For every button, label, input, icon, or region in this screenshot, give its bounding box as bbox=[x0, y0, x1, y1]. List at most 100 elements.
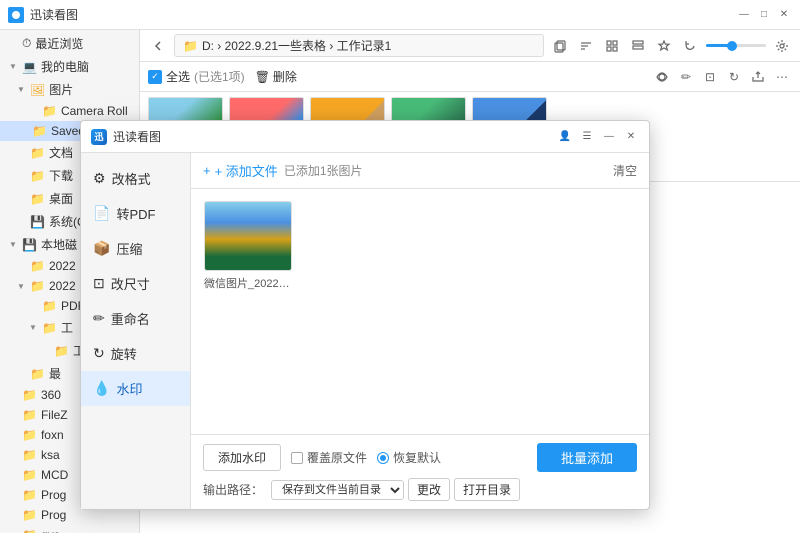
compress-icon: 📦 bbox=[93, 240, 110, 257]
drive-icon-local: 💾 bbox=[22, 238, 37, 252]
sidebar-item-mypc[interactable]: ▼ 💻 我的电脑 bbox=[0, 55, 139, 78]
menu-item-compress[interactable]: 📦 压缩 bbox=[81, 231, 190, 266]
restore-default-label: 恢复默认 bbox=[393, 449, 441, 466]
crop-button[interactable]: ⊡ bbox=[700, 67, 720, 87]
check-icon: ✓ bbox=[148, 70, 162, 84]
watermark-dialog: 迅 迅读看图 👤 ☰ — ✕ ⚙ 改格式 📄 转PDF bbox=[80, 120, 650, 510]
grid-view-button[interactable] bbox=[602, 36, 622, 56]
dialog-minimize-button[interactable]: — bbox=[601, 129, 617, 145]
maximize-button[interactable]: □ bbox=[756, 7, 772, 23]
clear-button[interactable]: 清空 bbox=[613, 162, 637, 179]
copy-path-button[interactable] bbox=[550, 36, 570, 56]
settings-button[interactable] bbox=[772, 36, 792, 56]
menu-label-format: 改格式 bbox=[112, 169, 151, 188]
rotate-menu-icon: ↻ bbox=[93, 345, 105, 362]
sidebar-item-pictures[interactable]: ▼ 🖼 图片 bbox=[0, 78, 139, 101]
menu-item-format[interactable]: ⚙ 改格式 bbox=[81, 161, 190, 196]
computer-icon: 💻 bbox=[22, 60, 37, 74]
app-title: 迅读看图 bbox=[30, 6, 78, 23]
cover-original-label: 覆盖原文件 bbox=[307, 449, 367, 466]
menu-item-pdf[interactable]: 📄 转PDF bbox=[81, 196, 190, 231]
folder-icon-camera-roll: 📁 bbox=[42, 104, 57, 118]
menu-item-rotate[interactable]: ↻ 旋转 bbox=[81, 336, 190, 371]
list-view-button[interactable] bbox=[628, 36, 648, 56]
resize-icon: ⊡ bbox=[93, 275, 105, 292]
file-count-label: 已添加1张图片 bbox=[284, 162, 363, 179]
sidebar-label-2022a: 2022 bbox=[49, 259, 76, 273]
sidebar-label-360: 360 bbox=[41, 388, 61, 402]
radio-dot bbox=[380, 455, 386, 461]
add-file-button[interactable]: + + 添加文件 bbox=[203, 161, 278, 180]
file-item[interactable]: 微信图片_20221024114... bbox=[203, 201, 293, 291]
refresh-button[interactable] bbox=[680, 36, 700, 56]
minimize-button[interactable]: — bbox=[736, 7, 752, 23]
cover-original-checkbox[interactable]: 覆盖原文件 bbox=[291, 449, 367, 466]
menu-item-resize[interactable]: ⊡ 改尺寸 bbox=[81, 266, 190, 301]
dialog-bottom: 添加水印 覆盖原文件 恢复默认 批量添加 bbox=[191, 434, 649, 509]
menu-label-compress: 压缩 bbox=[116, 239, 142, 258]
output-path-label: 输出路径： bbox=[203, 481, 263, 498]
add-watermark-button[interactable]: 添加水印 bbox=[203, 444, 281, 471]
expand-icon: ▼ bbox=[8, 240, 18, 249]
radio-circle bbox=[377, 452, 389, 464]
dialog-app-icon: 迅 bbox=[91, 129, 107, 145]
rename-icon: ✏ bbox=[93, 310, 105, 327]
main-window: 迅读看图 — □ ✕ ⏱ 最近浏览 ▼ 💻 我的电脑 bbox=[0, 0, 800, 533]
folder-icon-work: 📁 bbox=[42, 321, 57, 335]
sidebar-item-recent[interactable]: ⏱ 最近浏览 bbox=[0, 32, 139, 55]
more-button[interactable]: ⋯ bbox=[772, 67, 792, 87]
folder-icon-360: 📁 bbox=[22, 388, 37, 402]
app-icon bbox=[8, 7, 24, 23]
sidebar-label-prog2: Prog bbox=[41, 508, 66, 522]
rotate-button[interactable]: ↻ bbox=[724, 67, 744, 87]
batch-add-button[interactable]: 批量添加 bbox=[537, 443, 637, 472]
folder-icon-downloads: 📁 bbox=[30, 169, 45, 183]
zoom-slider[interactable] bbox=[706, 44, 766, 47]
dialog-menu: ⚙ 改格式 📄 转PDF 📦 压缩 ⊡ 改尺寸 ✏ 重命名 bbox=[81, 153, 191, 509]
sidebar-label-pictures: 图片 bbox=[49, 81, 73, 98]
expand-icon: ▼ bbox=[8, 62, 18, 71]
select-all-label: 全选 bbox=[166, 68, 190, 85]
back-button[interactable] bbox=[148, 36, 168, 56]
toolbar: 📁 D: › 2022.9.21一些表格 › 工作记录1 bbox=[140, 30, 800, 62]
menu-label-rename: 重命名 bbox=[111, 309, 150, 328]
open-dir-button[interactable]: 打开目录 bbox=[454, 478, 520, 501]
change-path-button[interactable]: 更改 bbox=[408, 478, 450, 501]
sidebar-item-camera-roll[interactable]: 📁 Camera Roll bbox=[0, 101, 139, 121]
sidebar-label-local: 本地磁 bbox=[41, 236, 77, 253]
sort-button[interactable] bbox=[576, 36, 596, 56]
output-path-select[interactable]: 保存到文件当前目录 bbox=[271, 480, 404, 500]
expand-icon: ▼ bbox=[16, 282, 26, 291]
folder-icon-pictures: 🖼 bbox=[30, 83, 45, 97]
restore-default-radio[interactable]: 恢复默认 bbox=[377, 449, 441, 466]
close-button[interactable]: ✕ bbox=[776, 7, 792, 23]
folder-icon-foxn: 📁 bbox=[22, 428, 37, 442]
dialog-title-bar: 迅 迅读看图 👤 ☰ — ✕ bbox=[81, 121, 649, 153]
trash-icon: 🗑 bbox=[255, 70, 270, 84]
dialog-menu-icon[interactable]: ☰ bbox=[579, 129, 595, 145]
view-button[interactable] bbox=[652, 67, 672, 87]
dialog-user-icon[interactable]: 👤 bbox=[557, 129, 573, 145]
menu-label-pdf: 转PDF bbox=[116, 204, 155, 223]
sidebar-label-2022b: 2022 bbox=[49, 279, 76, 293]
menu-item-rename[interactable]: ✏ 重命名 bbox=[81, 301, 190, 336]
folder-icon-pdf: 📁 bbox=[42, 299, 57, 313]
select-all-button[interactable]: ✓ 全选 (已选1项) bbox=[148, 68, 245, 85]
folder-icon-prog2: 📁 bbox=[22, 508, 37, 522]
sidebar-label-camera-roll: Camera Roll bbox=[61, 104, 128, 118]
star-button[interactable] bbox=[654, 36, 674, 56]
delete-label: 删除 bbox=[273, 68, 297, 85]
delete-button[interactable]: 🗑 删除 bbox=[255, 68, 297, 85]
folder-icon-documents: 📁 bbox=[30, 146, 45, 160]
drive-icon-system: 💾 bbox=[30, 215, 45, 229]
sidebar-label-ksa: ksa bbox=[41, 448, 60, 462]
dialog-close-button[interactable]: ✕ bbox=[623, 129, 639, 145]
file-thumbnail-image bbox=[205, 202, 291, 270]
sidebar-item-qyc[interactable]: 📁 qyc bbox=[0, 525, 139, 533]
share-button[interactable] bbox=[748, 67, 768, 87]
file-list-area: 微信图片_20221024114... bbox=[191, 189, 649, 434]
edit-button[interactable]: ✏ bbox=[676, 67, 696, 87]
folder-icon-ksa: 📁 bbox=[22, 448, 37, 462]
menu-item-watermark[interactable]: 💧 水印 bbox=[81, 371, 190, 406]
breadcrumb[interactable]: 📁 D: › 2022.9.21一些表格 › 工作记录1 bbox=[174, 34, 544, 57]
